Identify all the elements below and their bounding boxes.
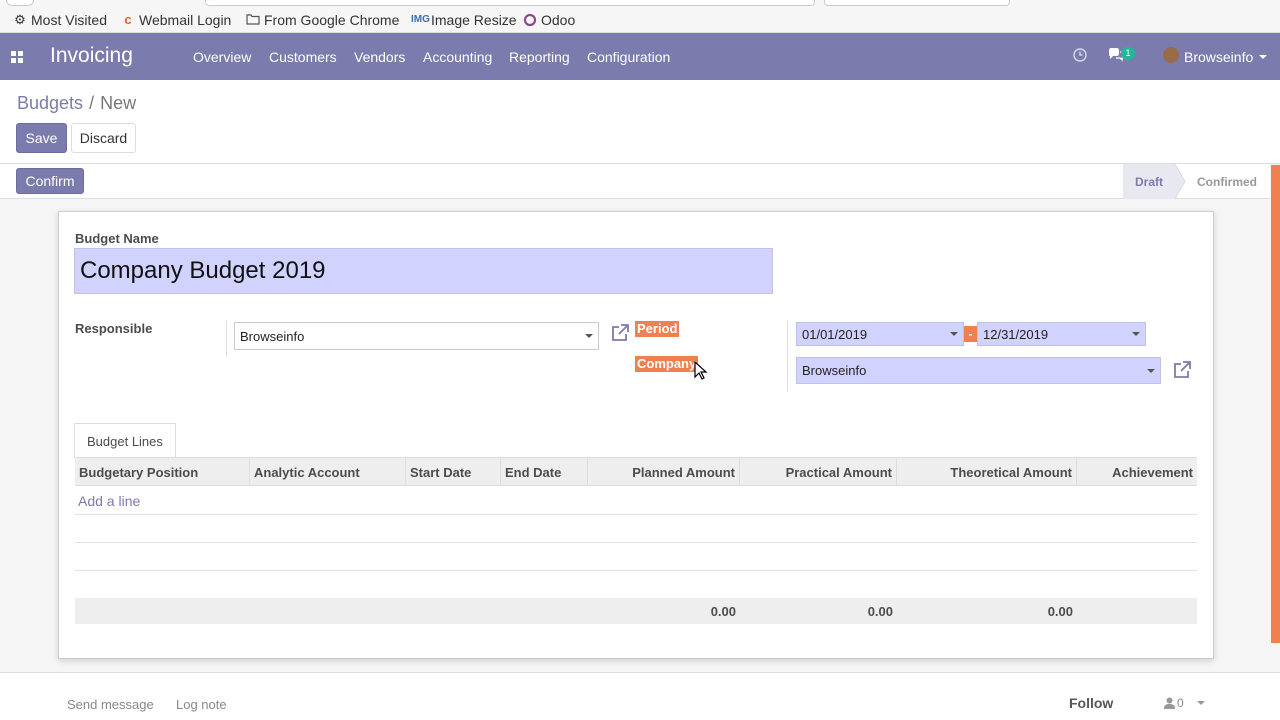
bookmark-image-resize[interactable]: IMG Image Resize	[411, 11, 517, 29]
user-menu[interactable]: Browseinfo	[1184, 49, 1253, 65]
followers-button[interactable]: 0	[1164, 696, 1205, 710]
external-link-icon[interactable]	[610, 323, 630, 343]
chevron-down-icon[interactable]	[585, 334, 593, 338]
discard-button[interactable]: Discard	[71, 123, 136, 153]
bookmark-webmail-login[interactable]: c Webmail Login	[121, 11, 231, 29]
col-practical-amount[interactable]: Practical Amount	[739, 458, 896, 486]
date-separator: -	[964, 326, 977, 342]
table-footer: 0.00 0.00 0.00	[75, 598, 1197, 624]
bookmark-most-visited[interactable]: ⚙ Most Visited	[13, 11, 107, 29]
chatter: Send message Log note Follow 0	[0, 672, 1280, 720]
stage-draft[interactable]: Draft	[1123, 164, 1175, 199]
total-theoretical: 0.00	[1047, 603, 1073, 619]
breadcrumb: Budgets / New	[17, 93, 137, 113]
scrollbar[interactable]	[1271, 165, 1280, 643]
tab-budget-lines[interactable]: Budget Lines	[74, 423, 176, 458]
stage-confirmed[interactable]: Confirmed	[1187, 164, 1267, 199]
col-end-date[interactable]: End Date	[500, 458, 587, 486]
follow-button[interactable]: Follow	[1069, 695, 1113, 711]
folder-icon	[246, 13, 260, 27]
company-select[interactable]: Browseinfo	[796, 357, 1161, 384]
chevron-down-icon[interactable]	[1132, 332, 1140, 336]
chevron-down-icon[interactable]	[950, 332, 958, 336]
row-divider	[75, 570, 1197, 571]
form-statusbar: Confirm Draft Confirmed	[0, 164, 1270, 199]
external-link-icon[interactable]	[1172, 360, 1192, 380]
bookmarks-bar: ⚙ Most Visited c Webmail Login From Google…	[0, 0, 1280, 33]
budget-name-label: Budget Name	[75, 231, 159, 246]
table-header: Budgetary Position Analytic Account Star…	[75, 457, 1197, 486]
messages-count-badge: 1	[1121, 47, 1135, 60]
responsible-label: Responsible	[75, 321, 153, 336]
user-icon	[1164, 697, 1175, 709]
menu-overview[interactable]: Overview	[193, 49, 251, 65]
breadcrumb-budgets[interactable]: Budgets	[17, 93, 83, 113]
company-label: Company	[635, 356, 699, 372]
total-practical: 0.00	[867, 603, 893, 619]
date-from-input[interactable]: 01/01/2019	[796, 322, 964, 346]
bookmark-odoo[interactable]: Odoo	[523, 11, 575, 29]
apps-menu-icon[interactable]	[11, 51, 23, 63]
chevron-down-icon[interactable]	[1196, 701, 1205, 705]
gear-icon: ⚙	[14, 12, 26, 27]
menu-accounting[interactable]: Accounting	[423, 49, 492, 65]
stage-arrow-icon	[1175, 164, 1186, 199]
browser-button[interactable]	[6, 0, 34, 6]
user-chevron-down-icon[interactable]	[1259, 55, 1267, 59]
img-icon: IMG	[411, 14, 430, 25]
bookmark-from-google-chrome[interactable]: From Google Chrome	[246, 11, 399, 29]
responsible-select[interactable]: Browseinfo	[234, 322, 599, 350]
main-navbar: Invoicing Overview Customers Vendors Acc…	[0, 33, 1280, 80]
odoo-icon	[523, 13, 537, 27]
col-start-date[interactable]: Start Date	[405, 458, 500, 486]
mouse-cursor-icon	[694, 361, 708, 380]
divider	[226, 321, 227, 357]
send-message-button[interactable]: Send message	[67, 697, 154, 712]
col-budgetary-position[interactable]: Budgetary Position	[75, 458, 249, 486]
col-analytic-account[interactable]: Analytic Account	[249, 458, 405, 486]
search-bar[interactable]	[824, 0, 1010, 6]
app-title: Invoicing	[50, 44, 133, 67]
log-note-button[interactable]: Log note	[176, 697, 227, 712]
col-theoretical-amount[interactable]: Theoretical Amount	[896, 458, 1076, 486]
user-avatar[interactable]	[1163, 47, 1179, 63]
date-to-input[interactable]: 12/31/2019	[977, 322, 1146, 346]
row-divider	[75, 542, 1197, 543]
save-button[interactable]: Save	[16, 123, 67, 153]
row-divider	[75, 514, 1197, 515]
divider	[787, 321, 788, 392]
total-planned: 0.00	[710, 603, 736, 619]
cpanel-icon: c	[124, 12, 132, 27]
menu-reporting[interactable]: Reporting	[509, 49, 570, 65]
chevron-down-icon[interactable]	[1147, 368, 1155, 373]
period-label: Period	[635, 321, 680, 337]
add-line-link[interactable]: Add a line	[78, 493, 140, 509]
budget-name-input[interactable]: Company Budget 2019	[74, 248, 773, 294]
menu-customers[interactable]: Customers	[269, 49, 337, 65]
menu-configuration[interactable]: Configuration	[587, 49, 670, 65]
address-bar[interactable]	[205, 0, 815, 6]
activity-clock-icon[interactable]	[1073, 48, 1087, 65]
breadcrumb-current: New	[100, 93, 137, 113]
col-achievement[interactable]: Achievement	[1076, 458, 1197, 486]
confirm-button[interactable]: Confirm	[16, 168, 84, 194]
menu-vendors[interactable]: Vendors	[354, 49, 405, 65]
col-planned-amount[interactable]: Planned Amount	[587, 458, 739, 486]
